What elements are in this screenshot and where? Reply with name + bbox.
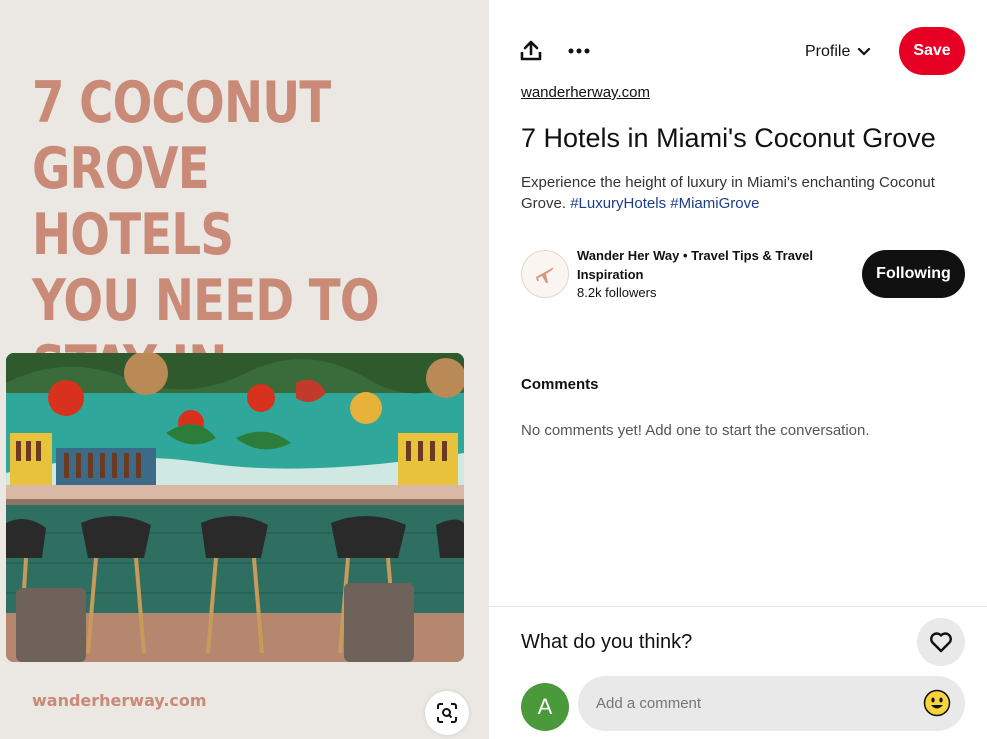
airplane-icon xyxy=(536,267,554,283)
visual-search-button[interactable] xyxy=(425,691,469,735)
pin-headline: 7 COCONUT GROVE HOTELS YOU NEED TO STAY … xyxy=(32,70,380,400)
heart-icon xyxy=(930,632,952,653)
visual-search-icon xyxy=(437,703,457,723)
more-options-icon xyxy=(568,48,590,54)
react-button[interactable] xyxy=(917,618,965,666)
creator-avatar[interactable] xyxy=(521,250,569,298)
more-options-button[interactable] xyxy=(559,31,599,71)
pin-description: Experience the height of luxury in Miami… xyxy=(521,172,971,214)
following-button[interactable]: Following xyxy=(862,250,965,298)
profile-label: Profile xyxy=(805,43,851,60)
user-avatar[interactable]: A xyxy=(521,683,569,731)
comments-heading: Comments xyxy=(521,376,599,393)
share-button[interactable] xyxy=(511,31,551,71)
pin-title: 7 Hotels in Miami's Coconut Grove xyxy=(521,123,936,153)
profile-dropdown[interactable]: Profile xyxy=(805,36,871,68)
comment-prompt: What do you think? xyxy=(521,631,693,653)
emoji-icon[interactable] xyxy=(923,689,951,717)
share-icon xyxy=(520,40,542,61)
pin-image-domain: wanderherway.com xyxy=(32,691,207,710)
source-link[interactable]: wanderherway.com xyxy=(521,84,650,101)
hashtag-link[interactable]: #LuxuryHotels xyxy=(570,195,666,212)
pin-image[interactable]: 7 COCONUT GROVE HOTELS YOU NEED TO STAY … xyxy=(0,0,489,739)
hashtag-link[interactable]: #MiamiGrove xyxy=(670,195,759,212)
save-button[interactable]: Save xyxy=(899,27,965,75)
pin-details-panel: Profile Save wanderherway.com 7 Hotels i… xyxy=(489,0,987,739)
no-comments-text: No comments yet! Add one to start the co… xyxy=(521,422,870,439)
chevron-down-icon xyxy=(858,48,871,56)
hotel-bar-photo xyxy=(6,353,464,662)
footer-divider xyxy=(489,606,987,607)
creator-followers: 8.2k followers xyxy=(577,285,657,300)
creator-name[interactable]: Wander Her Way • Travel Tips & Travel In… xyxy=(577,246,837,284)
comment-box[interactable] xyxy=(578,676,965,731)
comment-input[interactable] xyxy=(596,695,896,712)
